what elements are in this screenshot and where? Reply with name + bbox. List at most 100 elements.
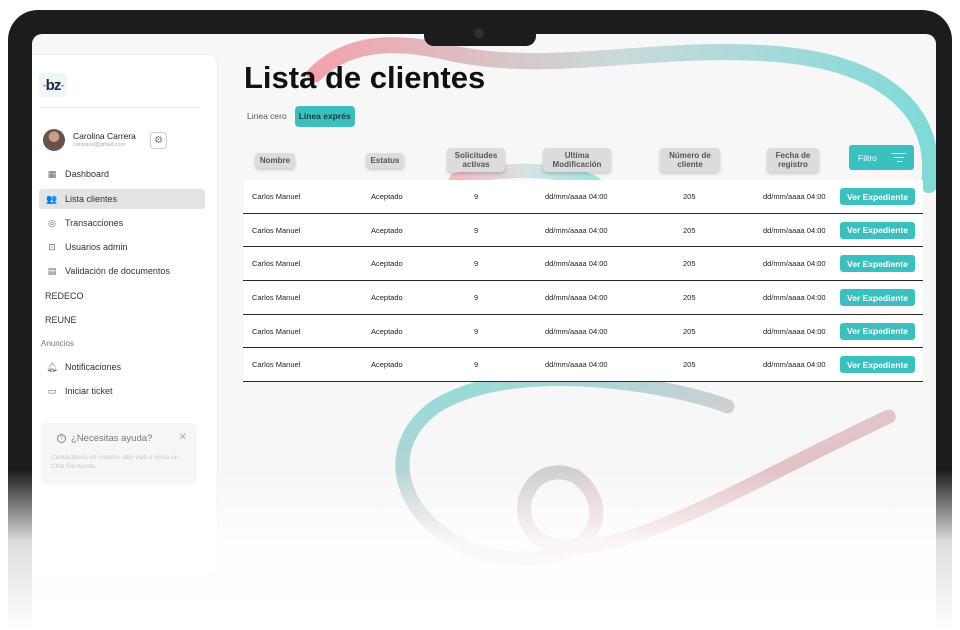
cell-nombre: Carlos Manuel <box>252 225 301 235</box>
admin-icon: ⊡ <box>48 241 56 252</box>
column-header-nombre[interactable]: Nombre <box>243 142 307 178</box>
cell-estatus: Aceptado <box>371 259 403 269</box>
cell-estatus: Aceptado <box>371 360 403 370</box>
filter-button[interactable]: Filtro <box>849 145 914 170</box>
avatar <box>43 129 65 151</box>
cell-solicitudes: 9 <box>474 192 479 201</box>
cell-numero: 205 <box>683 293 696 303</box>
sidebar-item-validacion[interactable]: ▤ Validación de documentos <box>39 261 205 281</box>
help-icon: ? <box>57 434 66 443</box>
cell-nombre: Carlos Manuel <box>252 326 301 336</box>
cell-estatus: Aceptado <box>371 326 403 336</box>
close-icon[interactable]: ✕ <box>179 432 187 443</box>
sidebar-item-label: Usuarios admin <box>65 242 128 252</box>
ver-expediente-button[interactable]: Ver Expediente <box>840 289 915 307</box>
sidebar-item-usuarios-admin[interactable]: ⊡ Usuarios admin <box>39 237 205 257</box>
cell-numero: 205 <box>683 225 696 235</box>
tab-bar: Linea cero Linea exprés <box>243 106 359 127</box>
camera-notch <box>424 22 536 46</box>
cell-modificacion: dd/mm/aaaa 04:00 <box>545 326 608 336</box>
grid-icon: ▦ <box>47 168 57 179</box>
sidebar: - bz - Carolina Carrera carorace@gmail.com… <box>32 54 218 574</box>
cell-solicitudes: 9 <box>474 225 479 235</box>
column-header-modificacion[interactable]: Ultima Modificación <box>537 142 617 178</box>
tab-linea-expres[interactable]: Linea exprés <box>294 106 355 127</box>
cell-numero: 205 <box>683 259 696 269</box>
table-header: Nombre Estatus Solicitudes activas Ultim… <box>243 142 923 178</box>
brand-logo: - bz - <box>39 73 67 97</box>
sidebar-item-notificaciones[interactable]: 🔔︎ Notificaciones <box>39 357 205 377</box>
chat-icon: ▭ <box>47 385 57 396</box>
sidebar-item-label: Transacciones <box>65 218 124 228</box>
cell-nombre: Carlos Manuel <box>252 259 301 269</box>
cell-estatus: Aceptado <box>371 192 403 201</box>
bell-icon: 🔔︎ <box>46 361 58 372</box>
help-card: ? ¿Necesitas ayuda? ✕ Contáctanos en nue… <box>41 423 197 485</box>
filter-icon <box>892 153 906 162</box>
cell-solicitudes: 9 <box>474 293 479 303</box>
cell-estatus: Aceptado <box>371 225 403 235</box>
cell-modificacion: dd/mm/aaaa 04:00 <box>545 293 608 303</box>
sidebar-item-iniciar-ticket[interactable]: ▭ Iniciar ticket <box>39 381 205 401</box>
cell-solicitudes: 9 <box>474 259 479 269</box>
cell-registro: dd/mm/aaaa 04:00 <box>763 360 826 370</box>
settings-gear-icon[interactable]: ⚙ <box>150 132 167 149</box>
cell-numero: 205 <box>683 360 696 370</box>
cell-registro: dd/mm/aaaa 04:00 <box>763 192 826 201</box>
sidebar-item-dashboard[interactable]: ▦ Dashboard <box>39 164 205 184</box>
table-row[interactable]: Carlos Manuel Aceptado 9 dd/mm/aaaa 04:00 20… <box>243 180 923 214</box>
column-header-solicitudes[interactable]: Solicitudes activas <box>441 142 511 178</box>
user-profile[interactable]: Carolina Carrera carorace@gmail.com ⚙ <box>43 129 203 155</box>
sidebar-item-label: Notificaciones <box>65 362 122 372</box>
table-row[interactable]: Carlos Manuel Aceptado 9 dd/mm/aaaa 04:00 20… <box>243 348 923 383</box>
coins-icon: ◎ <box>48 217 56 228</box>
cell-registro: dd/mm/aaaa 04:00 <box>763 259 826 269</box>
sidebar-item-transacciones[interactable]: ◎ Transacciones <box>39 213 205 233</box>
cell-registro: dd/mm/aaaa 04:00 <box>763 326 826 336</box>
document-icon: ▤ <box>47 265 57 276</box>
column-header-numero[interactable]: Número de cliente <box>653 142 727 178</box>
cell-nombre: Carlos Manuel <box>252 192 301 201</box>
cell-numero: 205 <box>683 326 696 336</box>
sidebar-item-label: Dashboard <box>65 169 110 179</box>
table-row[interactable]: Carlos Manuel Aceptado 9 dd/mm/aaaa 04:00 20… <box>243 247 923 282</box>
tab-linea-cero[interactable]: Linea cero <box>243 106 291 127</box>
help-title[interactable]: ? ¿Necesitas ayuda? <box>57 433 152 444</box>
users-icon: 👥 <box>46 193 58 204</box>
ver-expediente-button[interactable]: Ver Expediente <box>840 221 915 239</box>
ver-expediente-button[interactable]: Ver Expediente <box>840 255 915 273</box>
cell-estatus: Aceptado <box>371 293 403 303</box>
sidebar-item-lista-clientes[interactable]: 👥 Lista clientes <box>39 189 205 209</box>
ver-expediente-button[interactable]: Ver Expediente <box>840 188 915 205</box>
column-header-registro[interactable]: Fecha de registro <box>761 142 825 178</box>
client-table: Carlos Manuel Aceptado 9 dd/mm/aaaa 04:00 20… <box>243 180 923 383</box>
cell-solicitudes: 9 <box>474 360 479 370</box>
table-row[interactable]: Carlos Manuel Aceptado 9 dd/mm/aaaa 04:00 20… <box>243 214 923 248</box>
table-row[interactable]: Carlos Manuel Aceptado 9 dd/mm/aaaa 04:00 20… <box>243 281 923 315</box>
sidebar-item-label: Lista clientes <box>65 194 118 204</box>
cell-modificacion: dd/mm/aaaa 04:00 <box>545 192 608 201</box>
sidebar-item-label: REUNE <box>45 315 77 325</box>
ver-expediente-button[interactable]: Ver Expediente <box>840 356 915 374</box>
camera-icon <box>474 28 484 38</box>
cell-modificacion: dd/mm/aaaa 04:00 <box>545 225 608 235</box>
cell-modificacion: dd/mm/aaaa 04:00 <box>545 360 608 370</box>
sidebar-item-reune[interactable]: REUNE <box>39 310 205 330</box>
profile-name: Carolina Carrera <box>73 131 136 141</box>
cell-registro: dd/mm/aaaa 04:00 <box>763 293 826 303</box>
cell-nombre: Carlos Manuel <box>252 293 301 303</box>
sidebar-item-label: REDECO <box>45 291 84 301</box>
cell-nombre: Carlos Manuel <box>252 360 301 370</box>
table-row[interactable]: Carlos Manuel Aceptado 9 dd/mm/aaaa 04:00 20… <box>243 315 923 349</box>
divider <box>39 107 199 108</box>
screen: - bz - Carolina Carrera carorace@gmail.com… <box>32 34 936 630</box>
sidebar-item-label: Validación de documentos <box>65 266 170 276</box>
cell-modificacion: dd/mm/aaaa 04:00 <box>545 259 608 269</box>
column-header-estatus[interactable]: Estatus <box>353 142 417 178</box>
sidebar-item-redeco[interactable]: REDECO <box>39 286 205 306</box>
cell-solicitudes: 9 <box>474 326 479 336</box>
page-title: Lista de clientes <box>244 60 486 95</box>
cell-registro: dd/mm/aaaa 04:00 <box>763 225 826 235</box>
profile-email: carorace@gmail.com <box>73 142 126 148</box>
ver-expediente-button[interactable]: Ver Expediente <box>840 322 915 340</box>
